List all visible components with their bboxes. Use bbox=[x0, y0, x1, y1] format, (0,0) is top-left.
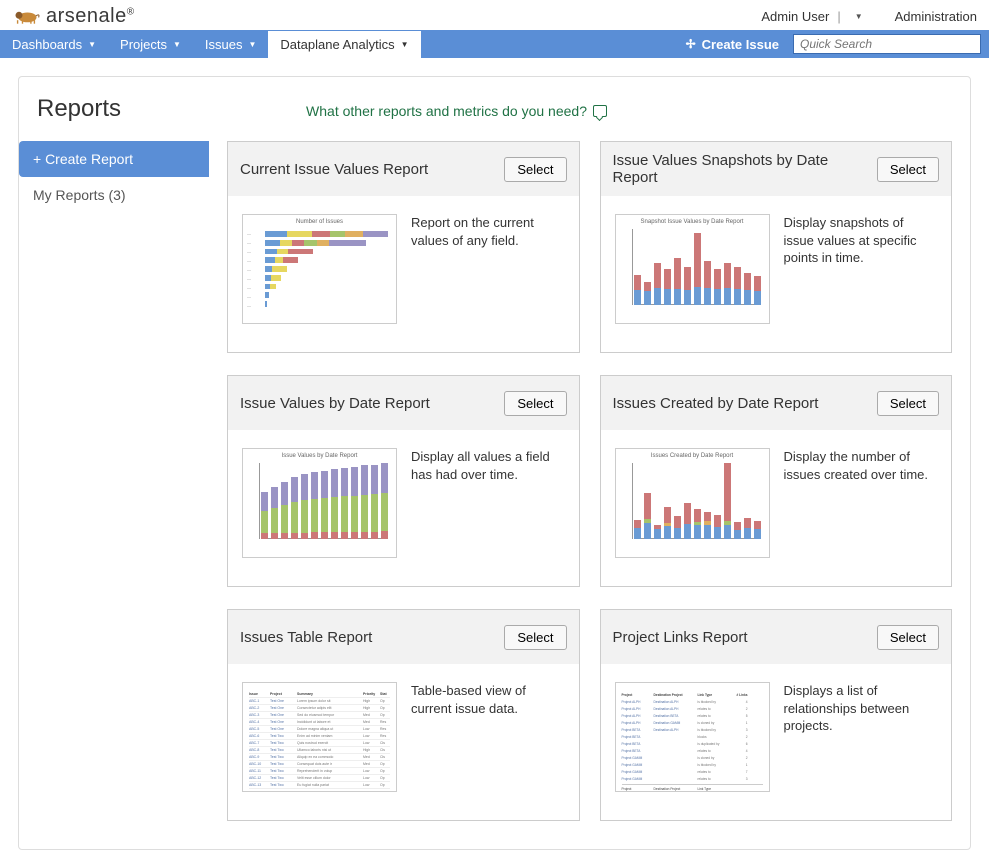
thumbnail-created-bars: Issues Created by Date Report bbox=[615, 448, 770, 558]
card-desc: Display all values a field has had over … bbox=[411, 448, 565, 558]
nav-issues[interactable]: Issues▼ bbox=[193, 31, 269, 58]
page-title: Reports bbox=[37, 95, 121, 123]
user-dropdown-caret[interactable]: ▼ bbox=[849, 12, 869, 21]
nav-dashboards[interactable]: Dashboards▼ bbox=[0, 31, 108, 58]
topbar-right: Admin User | ▼ Administration bbox=[761, 9, 977, 24]
page: Reports What other reports and metrics d… bbox=[0, 58, 989, 868]
page-panel: Reports What other reports and metrics d… bbox=[18, 76, 971, 850]
card-issue-values-snapshots: Issue Values Snapshots by Date Report Se… bbox=[600, 141, 953, 353]
select-button[interactable]: Select bbox=[877, 625, 939, 650]
quick-search-input[interactable] bbox=[793, 34, 981, 54]
select-button[interactable]: Select bbox=[504, 625, 566, 650]
card-desc: Display the number of issues created ove… bbox=[784, 448, 938, 558]
navbar: Dashboards▼ Projects▼ Issues▼ Dataplane … bbox=[0, 30, 989, 58]
chevron-down-icon: ▼ bbox=[249, 40, 257, 49]
card-desc: Displays a list of relationships between… bbox=[784, 682, 938, 792]
plus-icon: ✢ bbox=[686, 37, 696, 51]
card-project-links: Project Links Report Select ProjectDesti… bbox=[600, 609, 953, 821]
chevron-down-icon: ▼ bbox=[401, 40, 409, 49]
brand-text: arsenale® bbox=[46, 5, 135, 28]
brand-logo[interactable]: arsenale® bbox=[12, 5, 135, 28]
card-issue-values-by-date: Issue Values by Date Report Select Issue… bbox=[227, 375, 580, 587]
thumbnail-table: IssueProjectSummaryPriorityStat ABC-1Tes… bbox=[242, 682, 397, 792]
card-desc: Report on the current values of any fiel… bbox=[411, 214, 565, 324]
sidebar-my-reports[interactable]: My Reports (3) bbox=[19, 177, 209, 213]
chevron-down-icon: ▼ bbox=[88, 40, 96, 49]
card-title: Issue Values Snapshots by Date Report bbox=[613, 152, 877, 186]
card-issues-table: Issues Table Report Select IssueProjectS… bbox=[227, 609, 580, 821]
content: + Create Report My Reports (3) Current I… bbox=[19, 141, 952, 821]
sidebar-create-report[interactable]: + Create Report bbox=[19, 141, 209, 177]
report-grid: Current Issue Values Report Select Numbe… bbox=[227, 141, 952, 821]
chevron-down-icon: ▼ bbox=[173, 40, 181, 49]
nav-dataplane-analytics[interactable]: Dataplane Analytics▼ bbox=[268, 31, 420, 58]
thumbnail-snapshot-bars: Snapshot Issue Values by Date Report bbox=[615, 214, 770, 324]
thumbnail-hbar: Number of Issues ————————— bbox=[242, 214, 397, 324]
select-button[interactable]: Select bbox=[877, 391, 939, 416]
user-menu[interactable]: Admin User bbox=[761, 9, 829, 24]
administration-link[interactable]: Administration bbox=[895, 9, 977, 24]
select-button[interactable]: Select bbox=[504, 391, 566, 416]
select-button[interactable]: Select bbox=[877, 157, 939, 182]
speech-bubble-icon bbox=[593, 105, 607, 117]
card-title: Issue Values by Date Report bbox=[240, 395, 504, 412]
card-desc: Display snapshots of issue values at spe… bbox=[784, 214, 938, 324]
lion-icon bbox=[12, 7, 40, 25]
card-title: Issues Table Report bbox=[240, 629, 504, 646]
page-header: Reports What other reports and metrics d… bbox=[19, 95, 952, 123]
card-issues-created-by-date: Issues Created by Date Report Select Iss… bbox=[600, 375, 953, 587]
feedback-link[interactable]: What other reports and metrics do you ne… bbox=[306, 103, 607, 119]
select-button[interactable]: Select bbox=[504, 157, 566, 182]
card-title: Issues Created by Date Report bbox=[613, 395, 877, 412]
card-desc: Table-based view of current issue data. bbox=[411, 682, 565, 792]
card-title: Project Links Report bbox=[613, 629, 877, 646]
thumbnail-stacked-bars: Issue Values by Date Report bbox=[242, 448, 397, 558]
card-title: Current Issue Values Report bbox=[240, 161, 504, 178]
create-issue-button[interactable]: ✢ Create Issue bbox=[676, 33, 789, 56]
sidebar: + Create Report My Reports (3) bbox=[19, 141, 209, 821]
topbar: arsenale® Admin User | ▼ Administration bbox=[0, 0, 989, 30]
card-current-issue-values: Current Issue Values Report Select Numbe… bbox=[227, 141, 580, 353]
nav-projects[interactable]: Projects▼ bbox=[108, 31, 193, 58]
thumbnail-project-links: ProjectDestination ProjectLink Type# Lin… bbox=[615, 682, 770, 792]
